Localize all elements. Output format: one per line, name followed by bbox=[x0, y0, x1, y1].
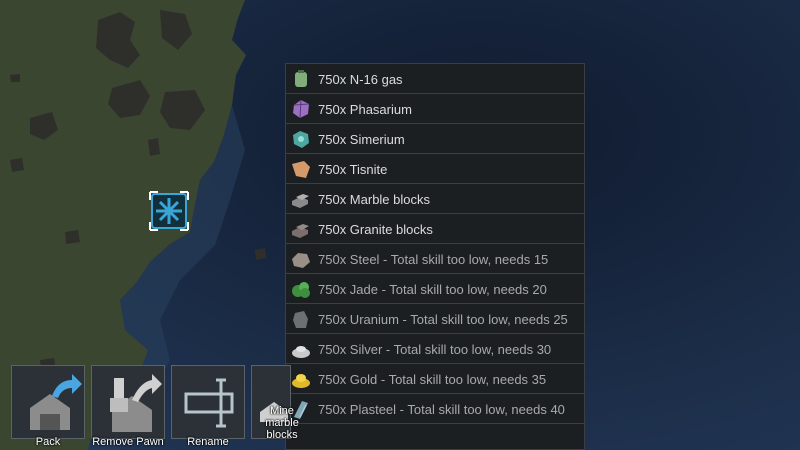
menu-option[interactable]: 750x Plasteel - Total skill too low, nee… bbox=[286, 394, 584, 424]
menu-option-label: 750x N-16 gas bbox=[318, 71, 403, 87]
jade-chunk-icon bbox=[290, 279, 312, 299]
uranium-chunk-icon bbox=[290, 309, 312, 329]
marble-blocks-icon bbox=[290, 189, 312, 209]
menu-option[interactable]: 750x N-16 gas bbox=[286, 64, 584, 94]
pack-button[interactable] bbox=[11, 365, 85, 439]
menu-option-label: 750x Steel - Total skill too low, needs … bbox=[318, 251, 549, 267]
pack-label: Pack bbox=[35, 436, 61, 448]
gas-canister-icon bbox=[290, 69, 312, 89]
tisnite-chunk-icon bbox=[290, 159, 312, 179]
rename-label: Rename bbox=[187, 436, 229, 448]
gold-pile-icon bbox=[290, 369, 312, 389]
pack-icon bbox=[30, 374, 82, 430]
menu-option-label: 750x Gold - Total skill too low, needs 3… bbox=[318, 371, 547, 387]
menu-option[interactable]: 750x Gold - Total skill too low, needs 3… bbox=[286, 364, 584, 394]
menu-option-label: 750x Granite blocks bbox=[318, 221, 433, 237]
float-menu: 750x N-16 gas 750x Phasarium 750x Simerium… bbox=[285, 63, 585, 450]
menu-option-label: 750x Silver - Total skill too low, needs… bbox=[318, 341, 552, 357]
mine-marble-label: Mine marble blocks bbox=[265, 405, 299, 441]
menu-option[interactable]: 750x Silver - Total skill too low, needs… bbox=[286, 334, 584, 364]
rename-button[interactable] bbox=[171, 365, 245, 439]
menu-option-label: 750x Phasarium bbox=[318, 101, 412, 117]
remove-pawn-label: Remove Pawn bbox=[92, 436, 164, 448]
menu-option[interactable]: 750x Phasarium bbox=[286, 94, 584, 124]
menu-option[interactable]: 750x Simerium bbox=[286, 124, 584, 154]
remove-pawn-icon bbox=[110, 374, 162, 432]
steel-chunk-icon bbox=[290, 249, 312, 269]
menu-option[interactable]: 750x Steel - Total skill too low, needs … bbox=[286, 244, 584, 274]
menu-option-label: 750x Marble blocks bbox=[318, 191, 430, 207]
remove-pawn-button[interactable] bbox=[91, 365, 165, 439]
menu-option[interactable]: 750x Uranium - Total skill too low, need… bbox=[286, 304, 584, 334]
menu-option-label: 750x Jade - Total skill too low, needs 2… bbox=[318, 281, 547, 297]
menu-option[interactable]: 750x Granite blocks bbox=[286, 214, 584, 244]
rename-icon bbox=[184, 378, 234, 428]
phasarium-crystal-icon bbox=[290, 99, 312, 119]
menu-option[interactable]: 750x Tisnite bbox=[286, 154, 584, 184]
menu-option[interactable]: 750x Jade - Total skill too low, needs 2… bbox=[286, 274, 584, 304]
menu-option-label: 750x Tisnite bbox=[318, 161, 388, 177]
selected-settlement-icon[interactable] bbox=[149, 191, 189, 231]
menu-option-label: 750x Simerium bbox=[318, 131, 405, 147]
menu-option-label: 750x Uranium - Total skill too low, need… bbox=[318, 311, 568, 327]
granite-blocks-icon bbox=[290, 219, 312, 239]
menu-option[interactable]: 750x Marble blocks bbox=[286, 184, 584, 214]
simerium-ore-icon bbox=[290, 129, 312, 149]
silver-pile-icon bbox=[290, 339, 312, 359]
menu-option-label: 750x Plasteel - Total skill too low, nee… bbox=[318, 401, 565, 417]
